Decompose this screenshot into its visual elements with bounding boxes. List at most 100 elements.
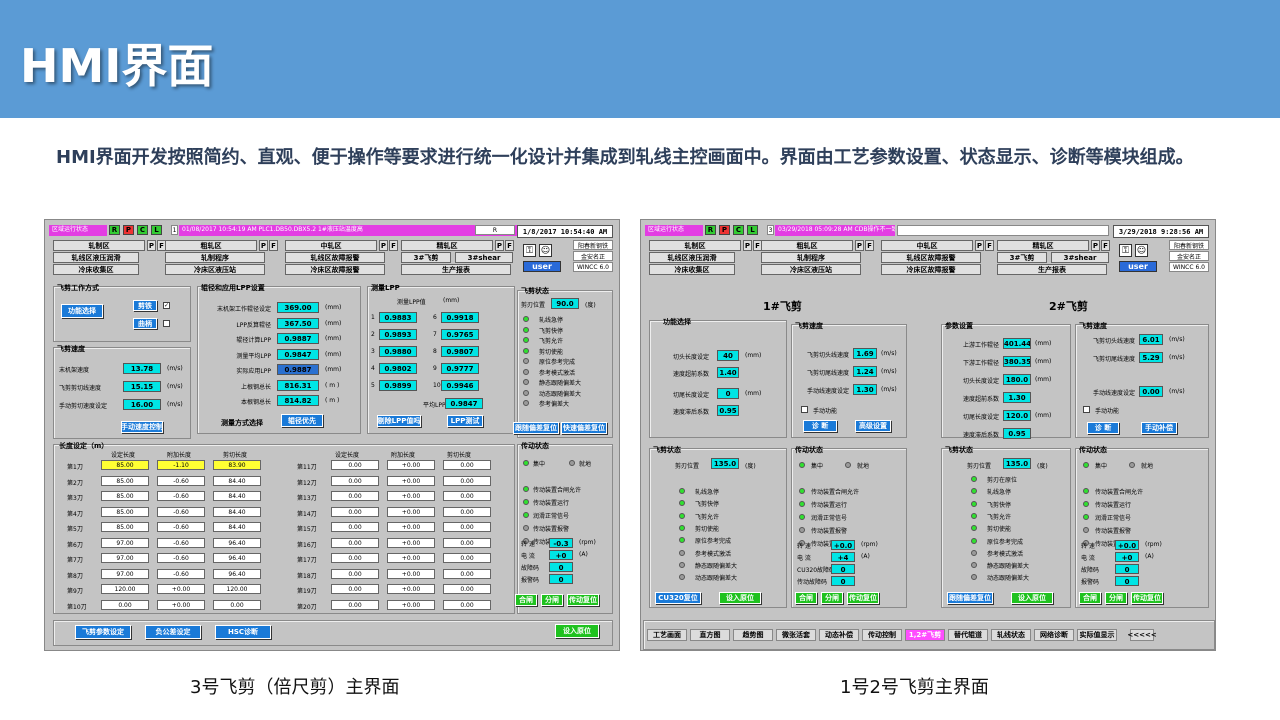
nav-冷床区液压站[interactable]: 冷床区液压站: [165, 264, 265, 275]
navbar-item-2[interactable]: 趋势图: [733, 629, 773, 641]
nav-轧制程序[interactable]: 轧制程序: [761, 252, 861, 263]
length-cell[interactable]: -0.60: [157, 568, 205, 579]
navbar-item-9[interactable]: 网络诊断: [1034, 629, 1074, 641]
length-cell[interactable]: 0.00: [443, 537, 491, 548]
nav-轧线区液压润滑[interactable]: 轧线区液压润滑: [53, 252, 139, 263]
navbar-item-11[interactable]: <<<<<: [1127, 629, 1157, 641]
mode-check-2[interactable]: [163, 320, 170, 327]
nav-p[interactable]: P: [259, 240, 268, 251]
navbar-item-6[interactable]: 1,2#飞剪: [905, 629, 945, 641]
nav-f[interactable]: F: [269, 240, 278, 251]
nav-3#shear[interactable]: 3#shear: [455, 252, 513, 263]
nav-生产报表[interactable]: 生产报表: [997, 264, 1107, 275]
nav-p[interactable]: P: [495, 240, 504, 251]
length-cell[interactable]: +0.00: [387, 584, 435, 594]
nav-冷床收集区[interactable]: 冷床收集区: [53, 264, 139, 275]
length-cell[interactable]: -1.10: [157, 460, 205, 470]
length-cell[interactable]: 0.00: [331, 568, 379, 579]
navbar-item-5[interactable]: 传动控制: [862, 629, 902, 641]
navbar-item-8[interactable]: 轧线状态: [991, 629, 1031, 641]
nav-p[interactable]: P: [1091, 240, 1100, 251]
length-cell[interactable]: 0.00: [331, 475, 379, 486]
length-cell[interactable]: +0.00: [387, 599, 435, 610]
length-cell[interactable]: 120.00: [101, 584, 149, 594]
length-cell[interactable]: 0.00: [213, 599, 261, 610]
length-cell[interactable]: 97.00: [101, 553, 149, 563]
length-cell[interactable]: +0.00: [387, 568, 435, 579]
length-cell[interactable]: 0.00: [443, 584, 491, 594]
nav-生产报表[interactable]: 生产报表: [401, 264, 511, 275]
nav-冷床收集区[interactable]: 冷床收集区: [649, 264, 735, 275]
manual-speed-button[interactable]: 手动速度控制: [121, 421, 163, 433]
nav-轧制区[interactable]: 轧制区: [649, 240, 741, 251]
shear-state-2-origin-button[interactable]: 设入原位: [1011, 592, 1053, 604]
length-cell[interactable]: 85.00: [101, 475, 149, 486]
manual-comp-button[interactable]: 手动补偿: [1141, 422, 1177, 434]
navbar-item-7[interactable]: 替代辊道: [948, 629, 988, 641]
mode-check-1[interactable]: ✓: [163, 302, 170, 309]
length-cell[interactable]: 0.00: [443, 568, 491, 579]
shear-state-2-reset-button[interactable]: 跟随偏差复位: [947, 592, 993, 604]
bottom-button-2[interactable]: HSC诊断: [215, 625, 271, 639]
nav-3#飞剪[interactable]: 3#飞剪: [401, 252, 451, 263]
length-cell[interactable]: 83.90: [213, 460, 261, 470]
length-cell[interactable]: 0.00: [443, 460, 491, 470]
length-cell[interactable]: 97.00: [101, 537, 149, 548]
nav-轧线区液压润滑[interactable]: 轧线区液压润滑: [649, 252, 735, 263]
nav-p[interactable]: P: [975, 240, 984, 251]
length-cell[interactable]: 0.00: [331, 506, 379, 517]
func-select-button[interactable]: 功能选择: [61, 304, 103, 318]
length-cell[interactable]: 0.00: [331, 584, 379, 594]
length-cell[interactable]: -0.60: [157, 537, 205, 548]
user-button[interactable]: user: [1119, 261, 1157, 272]
length-cell[interactable]: 0.00: [443, 475, 491, 486]
mlpp-test-button[interactable]: LPP测试: [447, 415, 483, 427]
length-cell[interactable]: 84.40: [213, 522, 261, 532]
nav-3#shear[interactable]: 3#shear: [1051, 252, 1109, 263]
shear-state-1-reset-button[interactable]: CU320复位: [655, 592, 701, 604]
nav-中轧区[interactable]: 中轧区: [881, 240, 973, 251]
nav-p[interactable]: P: [147, 240, 156, 251]
length-cell[interactable]: 120.00: [213, 584, 261, 594]
nav-f[interactable]: F: [1101, 240, 1110, 251]
shear-state-1-origin-button[interactable]: 设入原位: [719, 592, 761, 604]
length-cell[interactable]: 97.00: [101, 568, 149, 579]
length-cell[interactable]: +0.00: [387, 537, 435, 548]
length-cell[interactable]: -0.60: [157, 522, 205, 532]
advanced-button[interactable]: 高级设置: [855, 420, 891, 432]
length-cell[interactable]: 0.00: [443, 599, 491, 610]
login-icon[interactable]: ☺: [1135, 244, 1148, 257]
nav-精轧区[interactable]: 精轧区: [401, 240, 493, 251]
length-cell[interactable]: -0.60: [157, 475, 205, 486]
nav-轧线区故障报警[interactable]: 轧线区故障报警: [881, 252, 981, 263]
lpp-mode-button[interactable]: 辊径优先: [281, 414, 323, 427]
length-cell[interactable]: 0.00: [443, 491, 491, 501]
nav-轧线区故障报警[interactable]: 轧线区故障报警: [285, 252, 385, 263]
mlpp-delete-button[interactable]: 剔除LPP值吗: [377, 415, 421, 427]
length-cell[interactable]: +0.00: [157, 584, 205, 594]
nav-f[interactable]: F: [985, 240, 994, 251]
length-cell[interactable]: +0.00: [387, 522, 435, 532]
length-cell[interactable]: 96.40: [213, 568, 261, 579]
drive-2-button-1[interactable]: 分闸: [1105, 592, 1127, 604]
drive-2-button-2[interactable]: 传动复位: [1131, 592, 1163, 604]
nav-3#飞剪[interactable]: 3#飞剪: [997, 252, 1047, 263]
nav-冷床区液压站[interactable]: 冷床区液压站: [761, 264, 861, 275]
length-cell[interactable]: +0.00: [387, 491, 435, 501]
key-icon[interactable]: ⚿: [523, 244, 536, 257]
length-cell[interactable]: +0.00: [387, 475, 435, 486]
nav-粗轧区[interactable]: 粗轧区: [761, 240, 853, 251]
navbar-item-1[interactable]: 直方图: [690, 629, 730, 641]
navbar-item-0[interactable]: 工艺画面: [647, 629, 687, 641]
follow-reset-button[interactable]: 跟随偏差复位: [513, 422, 559, 434]
length-cell[interactable]: -0.60: [157, 553, 205, 563]
drive-2-button-0[interactable]: 合闸: [1079, 592, 1101, 604]
length-cell[interactable]: 0.00: [331, 491, 379, 501]
bottom-button-1[interactable]: 负公差设定: [145, 625, 201, 639]
nav-f[interactable]: F: [505, 240, 514, 251]
nav-精轧区[interactable]: 精轧区: [997, 240, 1089, 251]
save-origin-button[interactable]: 设入原位: [555, 624, 599, 638]
drive-1-button-2[interactable]: 传动复位: [847, 592, 879, 604]
length-cell[interactable]: 0.00: [331, 553, 379, 563]
length-cell[interactable]: 0.00: [331, 599, 379, 610]
